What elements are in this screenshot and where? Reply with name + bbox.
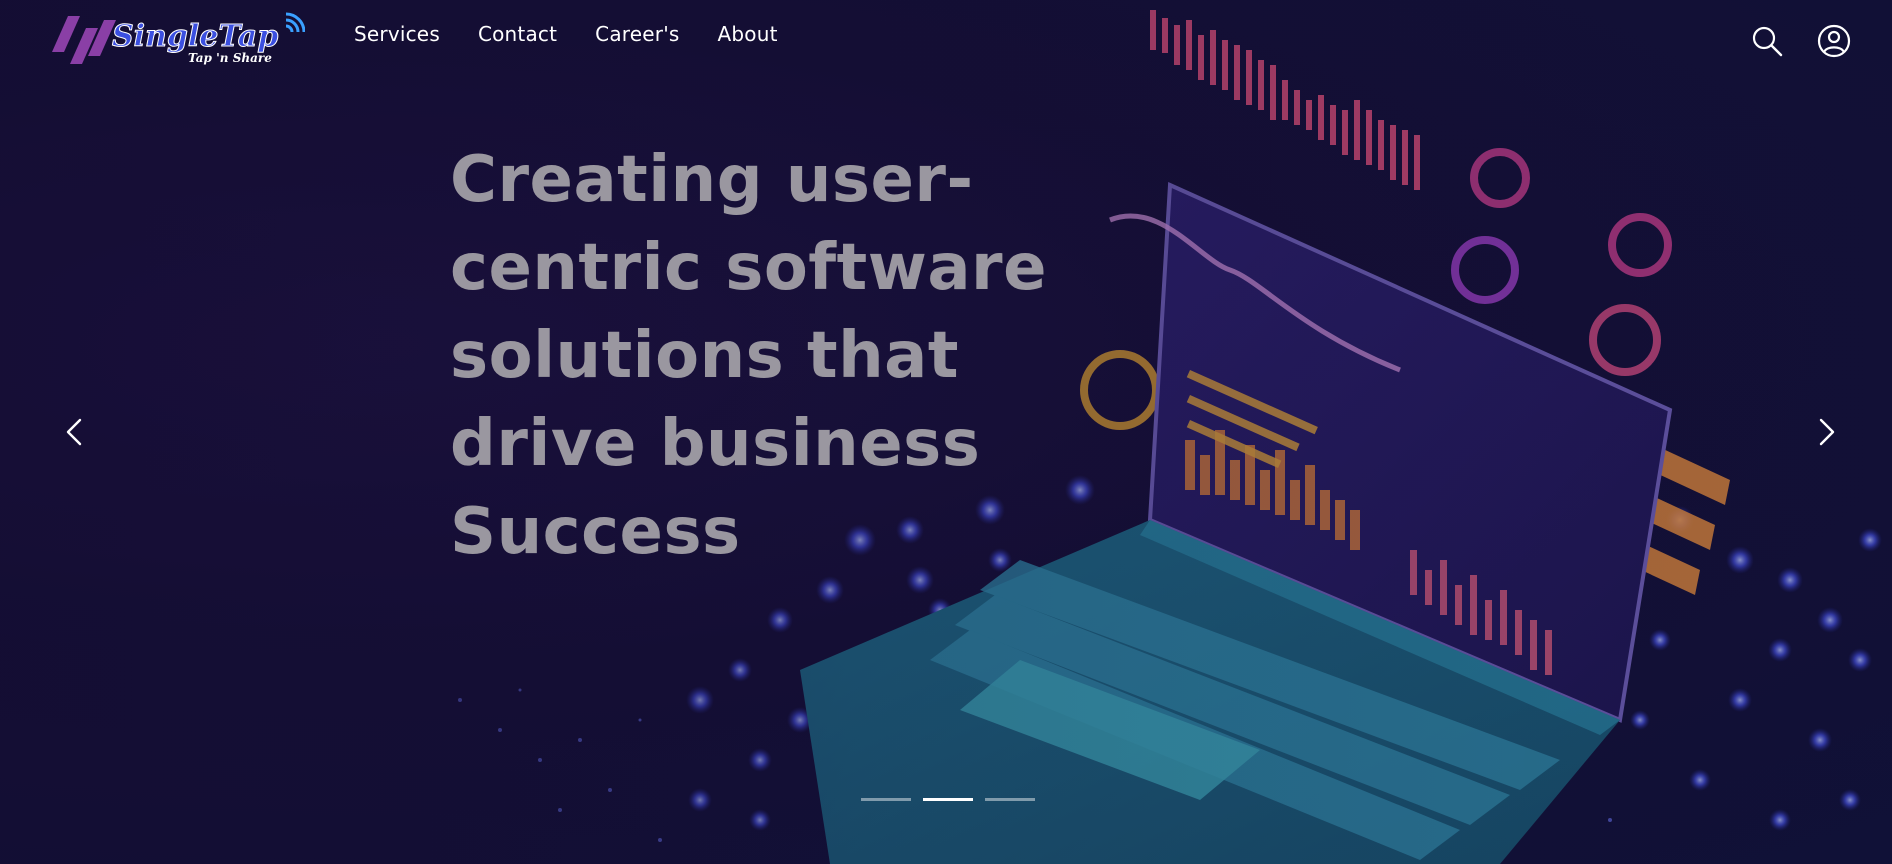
chevron-left-icon <box>66 418 82 446</box>
user-account-icon <box>1817 24 1851 58</box>
svg-text:SingleTap: SingleTap <box>112 19 278 54</box>
carousel-indicator[interactable] <box>985 798 1035 801</box>
nav-about[interactable]: About <box>718 22 778 46</box>
svg-text:Tap 'n Share: Tap 'n Share <box>188 51 272 65</box>
brand-name: SingleTap <box>305 12 306 13</box>
hero-headline: Creating user-centric software solutions… <box>450 143 1047 569</box>
singletap-logo-mark: SingleTap Tap 'n Share <box>52 12 306 65</box>
brand-logo[interactable]: SingleTap Tap 'n Share SingleTap Tap 'n … <box>50 12 306 70</box>
carousel-indicator[interactable] <box>923 798 973 801</box>
signal-waves-icon <box>285 12 306 33</box>
brand-tagline: Tap 'n Share <box>305 12 306 13</box>
carousel-indicators <box>861 798 1035 801</box>
site-header: SingleTap Tap 'n Share SingleTap Tap 'n … <box>0 0 1892 82</box>
account-button[interactable] <box>1815 22 1853 60</box>
search-icon <box>1752 26 1783 57</box>
carousel-next-button[interactable] <box>1805 412 1845 452</box>
nav-contact[interactable]: Contact <box>478 22 557 46</box>
carousel-prev-button[interactable] <box>56 412 96 452</box>
nav-careers[interactable]: Career's <box>595 22 679 46</box>
search-button[interactable] <box>1748 22 1786 60</box>
chevron-right-icon <box>1819 418 1835 446</box>
nav-services[interactable]: Services <box>354 22 440 46</box>
main-nav: Services Contact Career's About <box>354 22 778 46</box>
carousel-indicator[interactable] <box>861 798 911 801</box>
